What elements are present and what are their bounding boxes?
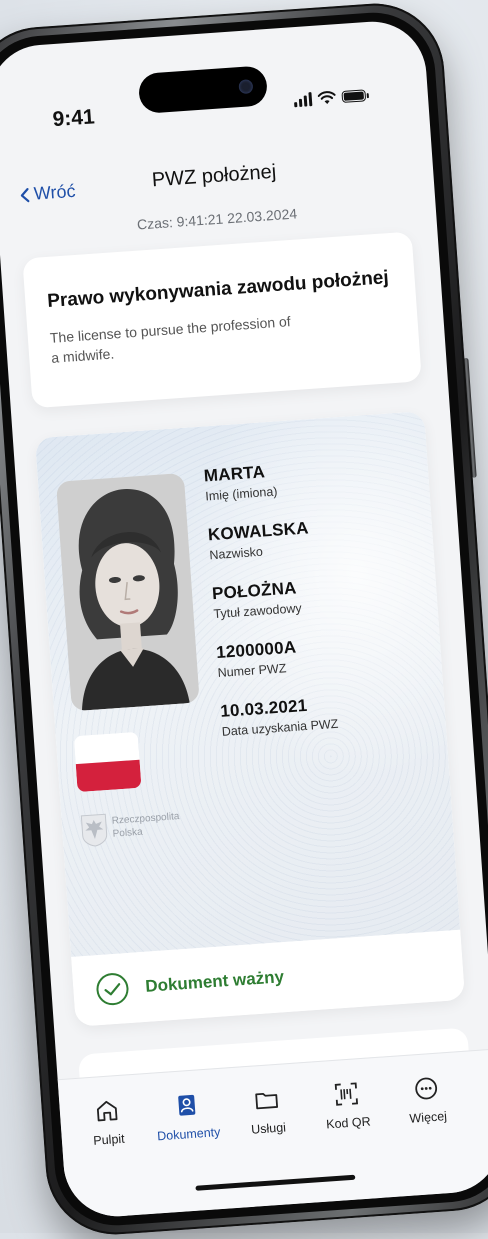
document-header-card: Prawo wykonywania zawodu położnej The li… xyxy=(22,231,422,409)
folder-icon xyxy=(255,1092,279,1110)
tab-label: Więcej xyxy=(409,1109,448,1126)
screen: 9:41 PWZ położnej Wróć Czas: 9:41:21 22.… xyxy=(0,18,488,1220)
home-icon xyxy=(96,1100,118,1122)
status-icons xyxy=(293,88,367,108)
tab-label: Dokumenty xyxy=(156,1124,221,1144)
field-professional-title: POŁOŻNA Tytuł zawodowy xyxy=(211,576,330,621)
field-first-name: MARTA Imię (imiona) xyxy=(203,458,322,503)
status-time: 9:41 xyxy=(51,105,96,132)
holder-photo xyxy=(55,472,200,712)
document-subtitle: The license to pursue the profession of … xyxy=(49,312,292,366)
tab-uslugi[interactable]: Usługi xyxy=(223,1083,312,1139)
portrait-image xyxy=(55,472,200,712)
field-pwz-date: 10.03.2021 Data uzyskania PWZ xyxy=(220,694,339,739)
tab-dokumenty[interactable]: Dokumenty xyxy=(143,1088,232,1144)
home-indicator[interactable] xyxy=(195,1174,356,1191)
tab-pulpit[interactable]: Pulpit xyxy=(63,1094,152,1150)
back-button[interactable]: Wróć xyxy=(19,181,76,206)
document-fields: MARTA Imię (imiona) KOWALSKA Nazwisko PO… xyxy=(203,458,340,760)
field-pwz-number: 1200000A Numer PWZ xyxy=(216,635,335,680)
tab-label: Usługi xyxy=(250,1120,287,1137)
phone-device: 9:41 PWZ położnej Wróć Czas: 9:41:21 22.… xyxy=(0,0,488,1239)
check-circle-icon xyxy=(96,973,129,1006)
polish-flag-icon xyxy=(73,731,142,793)
tab-label: Pulpit xyxy=(92,1131,126,1148)
qr-scan-icon xyxy=(334,1082,359,1106)
back-label: Wróć xyxy=(33,180,77,204)
wifi-icon xyxy=(317,91,336,105)
more-icon xyxy=(415,1077,438,1100)
tab-label: Kod QR xyxy=(325,1114,372,1132)
tab-wiecej[interactable]: Więcej xyxy=(382,1072,471,1128)
person-card-icon xyxy=(178,1094,196,1116)
document-title: Prawo wykonywania zawodu położnej xyxy=(46,267,390,312)
status-label: Dokument ważny xyxy=(144,967,285,996)
field-last-name: KOWALSKA Nazwisko xyxy=(207,517,326,562)
battery-icon xyxy=(341,89,367,103)
eagle-emblem-icon xyxy=(80,813,108,847)
chevron-left-icon xyxy=(20,187,30,202)
cellular-signal-icon xyxy=(293,92,313,108)
tab-bar: Pulpit Dokumenty Usługi Kod QR Więcej xyxy=(57,1048,488,1220)
tab-kod-qr[interactable]: Kod QR xyxy=(303,1077,392,1133)
document-card[interactable]: Rzeczpospolita Polska MARTA Imię (imiona… xyxy=(34,411,466,1027)
camera-icon xyxy=(238,79,254,95)
